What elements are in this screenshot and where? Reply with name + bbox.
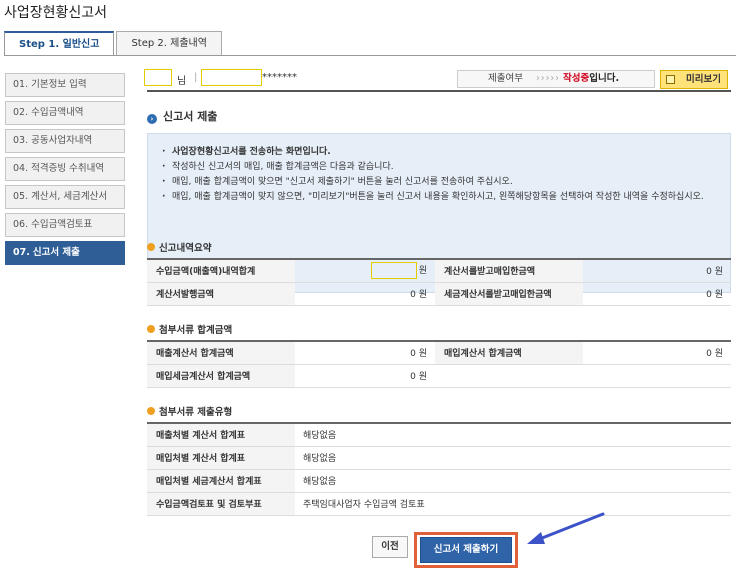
attach-type-table: 매출처별 계산서 합계표 해당없음 매입처별 계산서 합계표 해당없음 매입처별… <box>147 422 731 516</box>
table-value: 해당없음 <box>295 422 731 447</box>
preview-icon <box>666 75 675 84</box>
sidebar-item-label: 기본정보 입력 <box>31 79 87 90</box>
amount-unit: 원 <box>418 266 427 277</box>
table-label: 매입처별 계산서 합계표 <box>147 446 295 470</box>
section-title: › 신고서 제출 <box>147 108 217 124</box>
table-value: 해당없음 <box>295 446 731 470</box>
table-row: 매출처별 계산서 합계표 해당없음 <box>147 422 731 447</box>
summary-title: 신고내역요약 <box>147 240 211 254</box>
table-row: 매입세금계산서 합계금액 0 원 <box>147 364 731 388</box>
table-label: 수입금액(매출액)내역합계 <box>147 258 295 283</box>
table-row: 매입처별 세금계산서 합계표 해당없음 <box>147 469 731 493</box>
sidebar-item-basic-info[interactable]: 01. 기본정보 입력 <box>5 73 125 97</box>
sidebar-item-partners[interactable]: 03. 공동사업자내역 <box>5 129 125 153</box>
status-suffix: 입니다. <box>589 73 620 84</box>
table-label: 계산서를받고매입한금액 <box>435 258 583 283</box>
user-name-suffix: 님 <box>177 76 187 87</box>
submit-callout-frame: 신고서 제출하기 <box>414 532 518 568</box>
circle-bullet-icon <box>147 243 155 251</box>
sidebar-item-label: 계산서, 세금계산서 <box>31 191 108 202</box>
table-value: 0 원 <box>295 364 435 388</box>
chevron-right-icon: › <box>147 114 157 124</box>
attach-amount-table: 매출계산서 합계금액 0 원 매입계산서 합계금액 0 원 매입세금계산서 합계… <box>147 340 731 388</box>
table-value: 주택임대사업자 수입금액 검토표 <box>295 492 731 516</box>
user-id-mask: ******* <box>262 72 297 83</box>
notice-line: 매입, 매출 합계금액이 맞지 않으면, "미리보기"버튼을 눌러 신고서 내용… <box>162 191 716 204</box>
attach-amount-title: 첨부서류 합계금액 <box>147 322 232 336</box>
sidebar-item-submit-report[interactable]: 07. 신고서 제출 <box>5 241 125 265</box>
preview-button[interactable]: 미리보기 <box>660 70 728 89</box>
table-label: 수입금액검토표 및 검토부표 <box>147 492 295 516</box>
table-value: 해당없음 <box>295 469 731 493</box>
sidebar-item-label: 신고서 제출 <box>32 247 80 258</box>
tab-divider <box>4 55 736 56</box>
table-label: 매출처별 계산서 합계표 <box>147 422 295 447</box>
sidebar-item-label: 수입금액내역 <box>31 107 84 118</box>
submission-status-box: 제출여부 ››››› 작성중입니다. <box>457 70 655 88</box>
pointer-arrow-icon <box>527 512 605 544</box>
sidebar-item-number: 06. <box>13 219 29 230</box>
sidebar-item-revenue[interactable]: 02. 수입금액내역 <box>5 101 125 125</box>
notice-line: 작성하신 신고서의 매입, 매출 합계금액은 다음과 같습니다. <box>162 161 716 174</box>
submit-report-button[interactable]: 신고서 제출하기 <box>420 537 512 563</box>
tab-step2-submission[interactable]: Step 2. 제출내역 <box>116 31 222 55</box>
table-empty <box>435 364 583 388</box>
status-arrows: ››››› <box>536 73 560 84</box>
tab-step1-general[interactable]: Step 1. 일반신고 <box>4 31 115 56</box>
table-value: 0 원 <box>583 258 731 283</box>
table-value: 0 원 <box>583 340 731 365</box>
prev-button[interactable]: 이전 <box>372 536 408 558</box>
sidebar-item-revenue-review[interactable]: 06. 수입금액검토표 <box>5 213 125 237</box>
table-label: 매입처별 세금계산서 합계표 <box>147 469 295 493</box>
table-label: 매입계산서 합계금액 <box>435 340 583 365</box>
table-empty <box>583 364 731 388</box>
notice-line: 매입, 매출 합계금액이 맞으면 "신고서 제출하기" 버튼을 눌러 신고서를 … <box>162 176 716 189</box>
preview-button-label: 미리보기 <box>686 74 721 85</box>
table-value: 0 원 <box>583 282 731 306</box>
status-value: 작성중입니다. <box>563 71 619 87</box>
table-row: 계산서발행금액 0 원 세금계산서를받고매입한금액 0 원 <box>147 282 731 306</box>
sidebar-item-number: 05. <box>13 191 29 202</box>
attach-type-title-text: 첨부서류 제출유형 <box>159 407 233 418</box>
sidebar-item-number: 07. <box>13 247 30 258</box>
table-value: 0 원 <box>295 282 435 306</box>
table-label: 매출계산서 합계금액 <box>147 340 295 365</box>
sidebar-item-label: 적격증빙 수취내역 <box>31 163 105 174</box>
user-name-highlight <box>144 69 172 86</box>
circle-bullet-icon <box>147 407 155 415</box>
sidebar-item-invoices[interactable]: 05. 계산서, 세금계산서 <box>5 185 125 209</box>
table-row: 수입금액(매출액)내역합계 원 계산서를받고매입한금액 0 원 <box>147 258 731 283</box>
table-label: 세금계산서를받고매입한금액 <box>435 282 583 306</box>
sidebar-item-label: 공동사업자내역 <box>31 135 93 146</box>
status-label: 제출여부 <box>488 73 523 84</box>
table-row: 수입금액검토표 및 검토부표 주택임대사업자 수입금액 검토표 <box>147 492 731 516</box>
table-label: 매입세금계산서 합계금액 <box>147 364 295 388</box>
sidebar-item-number: 02. <box>13 107 29 118</box>
attach-amount-title-text: 첨부서류 합계금액 <box>159 325 233 336</box>
table-row: 매입처별 계산서 합계표 해당없음 <box>147 446 731 470</box>
circle-bullet-icon <box>147 325 155 333</box>
notice-line: 사업장현황신고서를 전송하는 화면입니다. <box>162 146 716 159</box>
table-value: 원 <box>295 258 435 283</box>
table-label: 계산서발행금액 <box>147 282 295 306</box>
separator: | <box>194 72 198 83</box>
summary-table: 수입금액(매출액)내역합계 원 계산서를받고매입한금액 0 원 계산서발행금액 … <box>147 258 731 306</box>
table-row: 매출계산서 합계금액 0 원 매입계산서 합계금액 0 원 <box>147 340 731 365</box>
attach-type-title: 첨부서류 제출유형 <box>147 404 232 418</box>
sidebar-item-number: 01. <box>13 79 29 90</box>
step-tabs: Step 1. 일반신고 Step 2. 제출내역 <box>4 31 224 56</box>
summary-title-text: 신고내역요약 <box>159 243 212 254</box>
section-title-text: 신고서 제출 <box>163 110 218 123</box>
amount-highlight <box>370 262 417 280</box>
sidebar-item-label: 수입금액검토표 <box>31 219 93 230</box>
page-title: 사업장현황신고서 <box>4 5 108 21</box>
sidebar-item-number: 03. <box>13 135 29 146</box>
sidebar-item-evidence[interactable]: 04. 적격증빙 수취내역 <box>5 157 125 181</box>
sidebar: 01. 기본정보 입력 02. 수입금액내역 03. 공동사업자내역 04. 적격증빙 … <box>5 73 125 269</box>
table-value: 0 원 <box>295 340 435 365</box>
user-status-bar: 님 | ******* 제출여부 ››››› 작성중입니다. 미리보기 <box>144 66 731 92</box>
sidebar-item-number: 04. <box>13 163 29 174</box>
user-id-highlight <box>201 69 262 86</box>
status-value-text: 작성중 <box>563 73 590 84</box>
